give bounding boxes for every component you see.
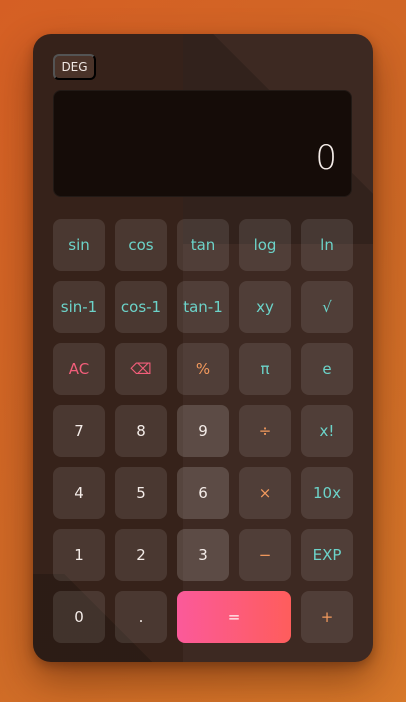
exp-key[interactable]: EXP [301,529,353,581]
display-value: 0 [315,138,337,178]
divide-key[interactable]: ÷ [239,405,291,457]
cos-key[interactable]: cos [115,219,167,271]
digit-0-key[interactable]: 0 [53,591,105,643]
digit-6-key[interactable]: 6 [177,467,229,519]
digit-7-key[interactable]: 7 [53,405,105,457]
backspace-key[interactable]: ⌫ [115,343,167,395]
digit-3-key[interactable]: 3 [177,529,229,581]
arcsin-key[interactable]: sin-1 [53,281,105,333]
decimal-key[interactable]: . [115,591,167,643]
display-screen: 0 [53,90,352,197]
tan-key[interactable]: tan [177,219,229,271]
factorial-key[interactable]: x! [301,405,353,457]
digit-1-key[interactable]: 1 [53,529,105,581]
subtract-key[interactable]: − [239,529,291,581]
sin-key[interactable]: sin [53,219,105,271]
keypad: sin cos tan log ln sin-1 cos-1 tan-1 xy √ AC ⌫% π e 7 8… [53,219,353,643]
all-clear-key[interactable]: AC [53,343,105,395]
pi-key[interactable]: π [239,343,291,395]
multiply-key[interactable]: × [239,467,291,519]
digit-8-key[interactable]: 8 [115,405,167,457]
angle-mode-toggle[interactable]: DEG [53,54,96,80]
log-key[interactable]: log [239,219,291,271]
sqrt-key[interactable]: √ [301,281,353,333]
digit-4-key[interactable]: 4 [53,467,105,519]
percent-key[interactable]: % [177,343,229,395]
euler-key[interactable]: e [301,343,353,395]
arccos-key[interactable]: cos-1 [115,281,167,333]
power-key[interactable]: xy [239,281,291,333]
ten-power-key[interactable]: 10x [301,467,353,519]
digit-2-key[interactable]: 2 [115,529,167,581]
arctan-key[interactable]: tan-1 [177,281,229,333]
ln-key[interactable]: ln [301,219,353,271]
digit-5-key[interactable]: 5 [115,467,167,519]
add-key[interactable]: + [301,591,353,643]
calculator-panel: DEG 0 sin cos tan log ln sin-1 cos-1 tan-1 xy √ AC… [33,34,373,662]
equals-key[interactable]: = [177,591,291,643]
digit-9-key[interactable]: 9 [177,405,229,457]
